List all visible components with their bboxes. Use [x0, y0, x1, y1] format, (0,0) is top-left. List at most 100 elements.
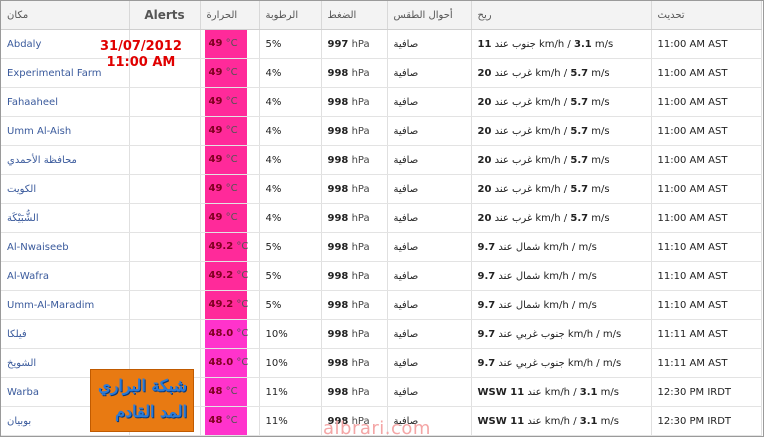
wind-cell: WSW 11 عند km/h / 3.1 m/s [471, 406, 652, 436]
wind-direction: شمال عند [498, 241, 541, 253]
pressure-cell: 998 hPa [321, 87, 388, 117]
conditions-cell: صافية [387, 203, 472, 233]
pressure-cell: 998 hPa [321, 145, 388, 175]
pressure-cell: 997 hPa [321, 29, 388, 59]
wind-cell: 9.7 شمال عند km/h / m/s [471, 261, 652, 291]
temperature-unit: °C [225, 183, 238, 194]
humidity-cell: 10% [259, 348, 322, 378]
location-link[interactable]: Experimental Farm [7, 68, 102, 79]
temperature-value: 48.0 [208, 328, 234, 339]
location-link[interactable]: Abdaly [7, 39, 41, 50]
pressure-unit: hPa [351, 96, 370, 108]
header-alerts[interactable]: Alerts [129, 1, 201, 30]
temperature-cell: 48.0 °C [200, 348, 260, 378]
temperature-cell: 49 °C [200, 116, 260, 146]
conditions-cell: صافية [387, 116, 472, 146]
wind-speed: 5.7 [570, 96, 589, 108]
temperature-value: 49.2 [208, 299, 234, 310]
wind-unit: m/s [591, 212, 610, 224]
temperature-value: 49.2 [208, 270, 234, 281]
header-location[interactable]: مكان [1, 1, 130, 30]
temperature-value: 48 [208, 386, 223, 397]
updated-cell: 11:00 AM AST [651, 116, 762, 146]
header-wind[interactable]: ريح [471, 1, 652, 30]
pressure-cell: 998 hPa [321, 116, 388, 146]
location-link[interactable]: Al-Wafra [7, 271, 49, 282]
location-cell: Fahaaheel [1, 87, 130, 117]
temperature-cell: 49 °C [200, 87, 260, 117]
pressure-cell: 998 hPa [321, 58, 388, 88]
table-row: الكويت 49 °C 4% 998 hPa صافية 20 غرب عند km/h… [1, 174, 762, 204]
location-link[interactable]: Al-Nwaiseeb [7, 242, 69, 253]
header-updated[interactable]: تحديث [651, 1, 762, 30]
pressure-value: 998 [327, 241, 349, 253]
location-link[interactable]: Umm Al-Aish [7, 126, 71, 137]
wind-cell: WSW 11 عند km/h / 3.1 m/s [471, 377, 652, 407]
humidity-cell: 4% [259, 116, 322, 146]
humidity-cell: 5% [259, 290, 322, 320]
location-link[interactable]: فيلكا [7, 329, 27, 340]
temperature-value: 49.2 [208, 241, 234, 252]
location-link[interactable]: الكويت [7, 184, 36, 195]
updated-cell: 11:10 AM AST [651, 290, 762, 320]
updated-cell: 12:30 PM IRDT [651, 377, 762, 407]
conditions-cell: صافية [387, 232, 472, 262]
location-link[interactable]: Fahaaheel [7, 97, 58, 108]
conditions-cell: صافية [387, 87, 472, 117]
temperature-unit: °C [225, 415, 238, 426]
location-link[interactable]: Warba [7, 387, 39, 398]
temperature-cell: 49.2 °C [200, 290, 260, 320]
updated-cell: 11:11 AM AST [651, 348, 762, 378]
pressure-unit: hPa [351, 67, 370, 79]
alerts-cell [129, 319, 201, 349]
location-link[interactable]: محافظة الأحمدي [7, 155, 77, 166]
alerts-cell [129, 87, 201, 117]
conditions-cell: صافية [387, 348, 472, 378]
humidity-cell: 4% [259, 87, 322, 117]
temperature-value: 48 [208, 415, 223, 426]
wind-lead: 20 [477, 183, 492, 195]
humidity-cell: 5% [259, 29, 322, 59]
wind-speed: 5.7 [570, 212, 589, 224]
temperature-cell: 48 °C [200, 406, 260, 436]
pressure-cell: 998 hPa [321, 261, 388, 291]
location-link[interactable]: بوبيان [7, 416, 31, 427]
conditions-cell: صافية [387, 174, 472, 204]
pressure-cell: 998 hPa [321, 377, 388, 407]
humidity-cell: 4% [259, 58, 322, 88]
wind-direction: جنوب عند [494, 38, 536, 50]
pressure-cell: 998 hPa [321, 232, 388, 262]
wind-cell: 20 غرب عند km/h / 5.7 m/s [471, 116, 652, 146]
conditions-cell: صافية [387, 319, 472, 349]
header-conditions[interactable]: أحوال الطقس [387, 1, 472, 30]
overlay-date: 31/07/2012 [100, 39, 182, 54]
header-pressure[interactable]: الضغط [321, 1, 388, 30]
wind-speed: 3.1 [573, 38, 592, 50]
pressure-unit: hPa [351, 299, 370, 311]
logo-line-2: المد القادم [115, 402, 187, 421]
wind-lead: WSW 11 [477, 386, 525, 398]
header-humidity[interactable]: الرطوبة [259, 1, 322, 30]
location-link[interactable]: الشويخ [7, 358, 36, 369]
temperature-highlight: 49.2 °C [204, 262, 248, 290]
wind-cell: 20 غرب عند km/h / 5.7 m/s [471, 58, 652, 88]
humidity-cell: 4% [259, 203, 322, 233]
location-cell: محافظة الأحمدي [1, 145, 130, 175]
humidity-cell: 11% [259, 406, 322, 436]
temperature-unit: °C [225, 386, 238, 397]
updated-cell: 11:10 AM AST [651, 232, 762, 262]
temperature-value: 49 [208, 67, 223, 78]
humidity-cell: 4% [259, 174, 322, 204]
temperature-highlight: 48 °C [204, 407, 247, 435]
temperature-value: 49 [208, 125, 223, 136]
table-row: Umm Al-Aish 49 °C 4% 998 hPa صافية 20 غرب عند… [1, 116, 762, 146]
wind-kmh: km/h / [544, 386, 577, 398]
header-temperature[interactable]: الحرارة [200, 1, 260, 30]
alerts-cell [129, 203, 201, 233]
updated-cell: 12:30 PM IRDT [651, 406, 762, 436]
location-link[interactable]: Umm-Al-Maradim [7, 300, 94, 311]
table-row: Al-Wafra 49.2 °C 5% 998 hPa صافية 9.7 شمال عن… [1, 261, 762, 291]
location-link[interactable]: الشُّبَيْكَة [7, 213, 39, 224]
location-cell: فيلكا [1, 319, 130, 349]
conditions-cell: صافية [387, 377, 472, 407]
